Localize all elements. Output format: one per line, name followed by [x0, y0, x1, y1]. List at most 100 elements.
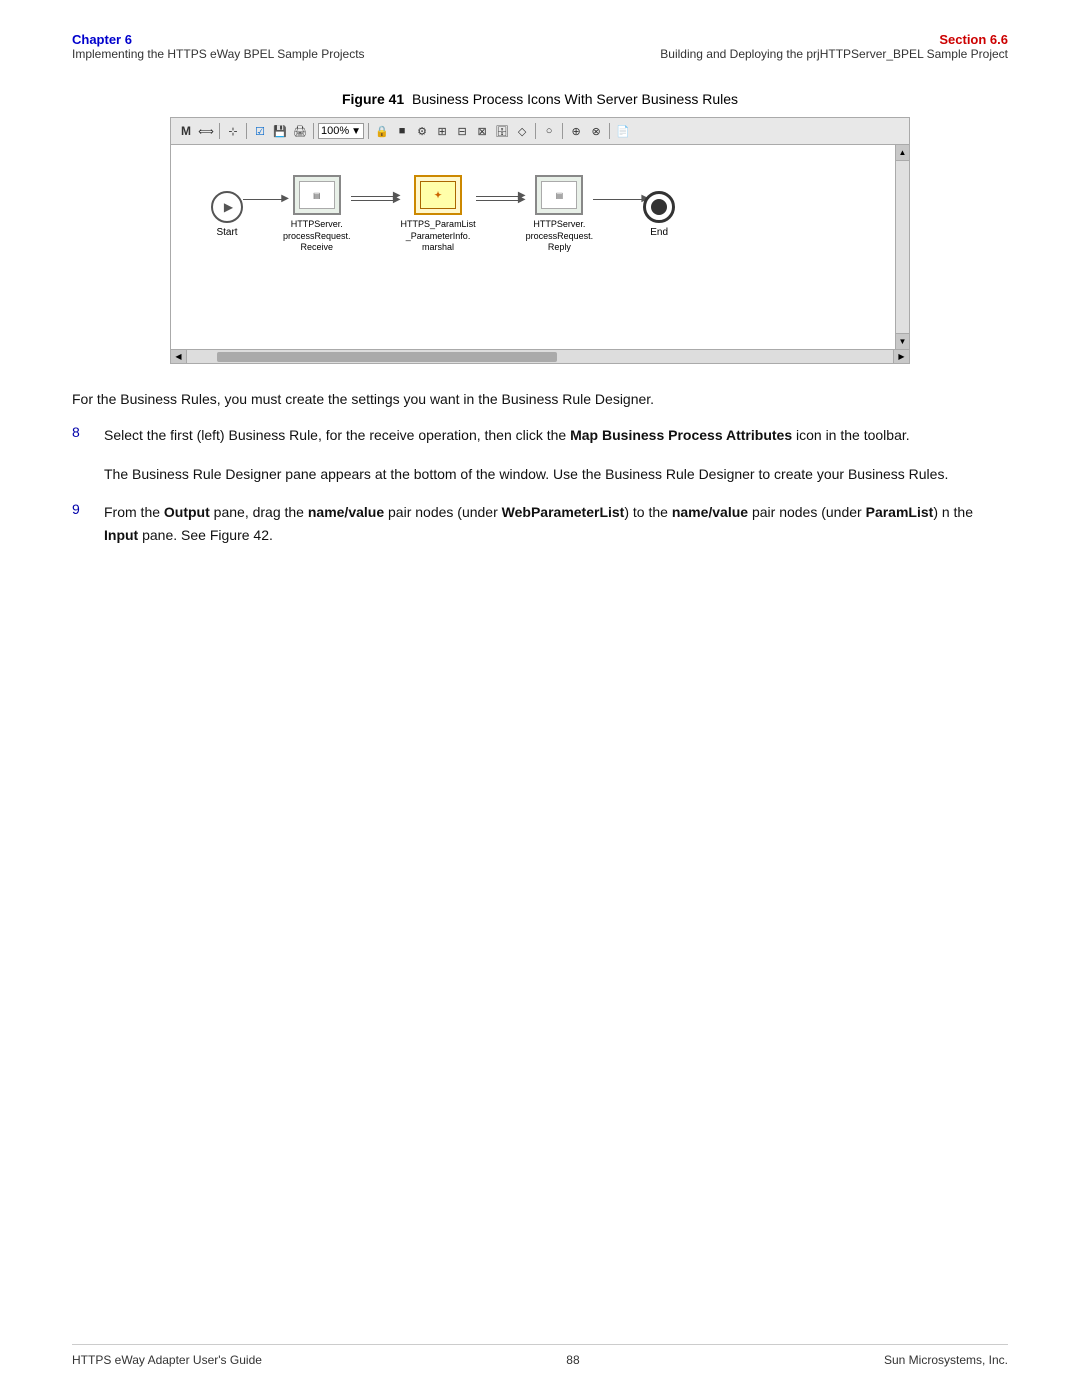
chapter-subtitle: Implementing the HTTPS eWay BPEL Sample … [72, 47, 365, 61]
toolbar-zoom[interactable]: 100% ▼ [318, 123, 364, 139]
scrollbar-left-btn[interactable]: ◀ [171, 350, 187, 364]
step-8-subtext: The Business Rule Designer pane appears … [104, 463, 1008, 485]
http-receive-label: HTTPServer.processRequest.Receive [283, 219, 351, 254]
end-icon-inner [651, 199, 667, 215]
right-scrollbar[interactable]: ▲ ▼ [895, 145, 909, 349]
double-line-top: ▶ [351, 196, 395, 197]
step-9-number: 9 [72, 501, 92, 546]
end-icon [643, 191, 675, 223]
toolbar-icon-save: 💾 [271, 122, 289, 140]
toolbar-icon-diamond: ◇ [513, 122, 531, 140]
start-label: Start [216, 227, 237, 238]
http-reply-icon: ▤ [535, 175, 583, 215]
toolbar-separator-1 [219, 123, 220, 139]
https-paramlist-inner: ✦ [420, 181, 456, 209]
figure-label: Figure 41 [342, 91, 412, 107]
http-reply-node: ▤ HTTPServer.processRequest.Reply [526, 175, 594, 254]
section-label: Section 6.6 [660, 32, 1008, 47]
double-line-bot: ▶ [351, 200, 395, 201]
toolbar-icon-gear: ⚙ [413, 122, 431, 140]
page-content: Figure 41 Business Process Icons With Se… [0, 71, 1080, 602]
header-left: Chapter 6 Implementing the HTTPS eWay BP… [72, 32, 365, 61]
zoom-dropdown-arrow[interactable]: ▼ [351, 126, 361, 137]
chapter-label: Chapter 6 [72, 32, 365, 47]
arrow-end: ▶ [593, 199, 643, 230]
footer-right: Sun Microsystems, Inc. [884, 1353, 1008, 1367]
header-right: Section 6.6 Building and Deploying the p… [660, 32, 1008, 61]
bottom-scrollbar-track [187, 350, 893, 363]
toolbar-separator-6 [562, 123, 563, 139]
toolbar-icon-m: M [177, 122, 195, 140]
page-header: Chapter 6 Implementing the HTTPS eWay BP… [0, 0, 1080, 71]
http-receive-inner: ▤ [299, 181, 335, 209]
https-paramlist-icon: ✦ [414, 175, 462, 215]
toolbar-icon-square: ■ [393, 122, 411, 140]
arrow-line-end: ▶ [593, 199, 643, 200]
https-paramlist-symbol: ✦ [434, 190, 442, 201]
double-arrow-bot: ▶ [351, 200, 401, 201]
toolbar-icon-target: ⊕ [567, 122, 585, 140]
toolbar-separator-7 [609, 123, 610, 139]
step-9-bold-webparameterlist: WebParameterList [502, 504, 625, 520]
figure-canvas-wrapper: ▶ Start ▶ ▤ [171, 145, 909, 349]
start-play-icon: ▶ [224, 200, 233, 214]
step-9-bold-namevalue1: name/value [308, 504, 384, 520]
toolbar-icon-table: ⊟ [453, 122, 471, 140]
step-9: 9 From the Output pane, drag the name/va… [72, 501, 1008, 546]
step-8-bold: Map Business Process Attributes [570, 427, 792, 443]
toolbar-icon-flow: ⊠ [473, 122, 491, 140]
double-arrow-2-bot: ▶ [476, 200, 526, 201]
arrow-head-bot: ▶ [393, 194, 401, 205]
toolbar-icon-info: ⊗ [587, 122, 605, 140]
step-9-bold-input: Input [104, 527, 138, 543]
toolbar-icon-circle: ○ [540, 122, 558, 140]
http-receive-node: ▤ HTTPServer.processRequest.Receive [283, 175, 351, 254]
bottom-scrollbar-thumb [217, 352, 557, 362]
step-8-text: Select the first (left) Business Rule, f… [104, 424, 910, 446]
double-arrow-2: ▶ ▶ [476, 196, 526, 233]
end-label: End [650, 227, 668, 238]
toolbar-icon-print: 🖨 [291, 122, 309, 140]
footer-left: HTTPS eWay Adapter User's Guide [72, 1353, 262, 1367]
http-receive-icon: ▤ [293, 175, 341, 215]
arrow-head2-bot: ▶ [518, 194, 526, 205]
toolbar-icon-check: ☑ [251, 122, 269, 140]
footer-center: 88 [566, 1353, 579, 1367]
scrollbar-up-btn[interactable]: ▲ [896, 145, 910, 161]
toolbar-icon-arrows: ⟺ [197, 122, 215, 140]
http-reply-symbol: ▤ [556, 191, 564, 200]
double-arrow-1: ▶ ▶ [351, 196, 401, 233]
toolbar-separator-2 [246, 123, 247, 139]
double-line2-bot: ▶ [476, 200, 520, 201]
double-line2-top: ▶ [476, 196, 520, 197]
figure-toolbar: M ⟺ ⊹ ☑ 💾 🖨 100% ▼ 🔒 ■ ⚙ ⊞ ⊟ ⊠ 🗄 ◇ [171, 118, 909, 145]
http-reply-label: HTTPServer.processRequest.Reply [526, 219, 594, 254]
scrollbar-right-btn[interactable]: ▶ [893, 350, 909, 364]
end-node: End [643, 191, 675, 238]
toolbar-icon-cursor: ⊹ [224, 122, 242, 140]
toolbar-separator-3 [313, 123, 314, 139]
toolbar-separator-4 [368, 123, 369, 139]
body-intro-text: For the Business Rules, you must create … [72, 388, 1008, 410]
http-reply-inner: ▤ [541, 181, 577, 209]
step-9-bold-namevalue2: name/value [672, 504, 748, 520]
step-9-bold-output: Output [164, 504, 210, 520]
zoom-value: 100% [321, 125, 349, 137]
scrollbar-down-btn[interactable]: ▼ [896, 333, 910, 349]
https-paramlist-label: HTTPS_ParamList_ParameterInfo.marshal [401, 219, 476, 254]
toolbar-icon-page: 📄 [614, 122, 632, 140]
toolbar-icon-db: 🗄 [493, 122, 511, 140]
start-icon: ▶ [211, 191, 243, 223]
page-footer: HTTPS eWay Adapter User's Guide 88 Sun M… [72, 1344, 1008, 1367]
process-flow: ▶ Start ▶ ▤ [191, 155, 875, 304]
section-subtitle: Building and Deploying the prjHTTPServer… [660, 47, 1008, 61]
step-8-number: 8 [72, 424, 92, 446]
bottom-scrollbar[interactable]: ◀ ▶ [171, 349, 909, 363]
step-9-text: From the Output pane, drag the name/valu… [104, 501, 1008, 546]
https-paramlist-node: ✦ HTTPS_ParamList_ParameterInfo.marshal [401, 175, 476, 254]
step-9-bold-paramlist: ParamList [866, 504, 934, 520]
figure-canvas: ▶ Start ▶ ▤ [171, 145, 895, 349]
toolbar-icon-grid: ⊞ [433, 122, 451, 140]
step-8: 8 Select the first (left) Business Rule,… [72, 424, 1008, 446]
http-receive-symbol: ▤ [313, 191, 321, 200]
